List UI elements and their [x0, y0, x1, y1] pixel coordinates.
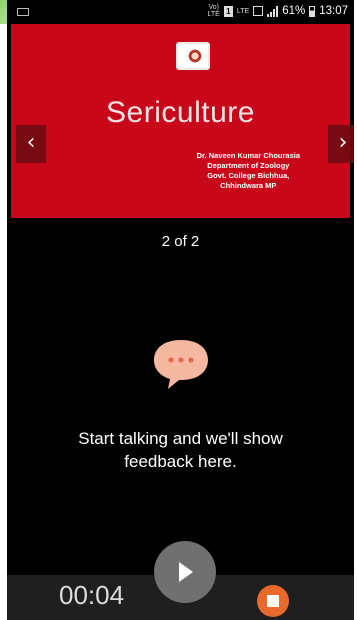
author-college: Govt. College Bichhua,: [207, 171, 290, 180]
battery-percent: 61%: [282, 5, 306, 17]
author-department: Department of Zoology: [207, 161, 290, 170]
stop-icon: [267, 595, 279, 607]
status-icons: Vo) LTE 1 LTE 61% 13:07: [208, 4, 348, 18]
college-logo: [176, 42, 210, 70]
phone-screen: Vo) LTE 1 LTE 61% 13:07 Sericulture Dr. N…: [7, 0, 354, 620]
recording-timer: 00:04: [59, 580, 125, 610]
status-bar: Vo) LTE 1 LTE 61% 13:07: [7, 0, 354, 24]
stop-button[interactable]: [257, 585, 289, 617]
feedback-line-2: feedback here.: [124, 452, 237, 471]
seal-icon: [187, 48, 203, 64]
sim-icon: 1: [223, 5, 233, 17]
slide-title: Sericulture: [106, 96, 255, 129]
speech-bubble-icon: [146, 336, 216, 392]
feedback-message: Start talking and we'll show feedback he…: [7, 427, 354, 473]
lte-icon: LTE: [236, 7, 250, 15]
slide-counter: 2 of 2: [161, 233, 200, 250]
volte-icon: Vo) LTE: [207, 4, 220, 18]
play-button[interactable]: [154, 541, 216, 603]
previous-slide-button[interactable]: ‹: [16, 125, 46, 163]
author-block: Dr. Naveen Kumar Chourasia Department of…: [197, 151, 300, 191]
play-icon: [179, 562, 193, 582]
signal-bars-icon: [267, 5, 279, 17]
slide-preview: Sericulture Dr. Naveen Kumar Chourasia D…: [11, 24, 354, 218]
gallery-notification-icon: [17, 8, 29, 16]
signal-box-icon: [253, 6, 264, 16]
next-slide-button[interactable]: ›: [328, 125, 354, 163]
battery-icon: [309, 5, 316, 17]
clock: 13:07: [319, 5, 348, 17]
author-location: Chhindwara MP: [220, 181, 277, 190]
feedback-line-1: Start talking and we'll show: [78, 429, 283, 448]
author-name: Dr. Naveen Kumar Chourasia: [196, 151, 300, 160]
